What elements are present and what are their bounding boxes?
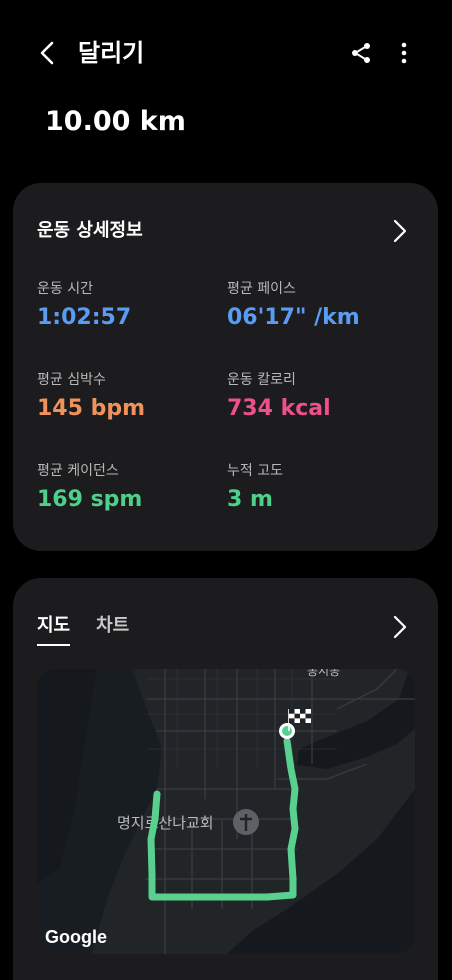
google-attribution: Google	[45, 927, 107, 947]
stat-label: 운동 칼로리	[227, 372, 296, 388]
back-button[interactable]	[32, 36, 62, 70]
stat-average-pace: 평균 페이스 06'17" /km	[227, 280, 360, 333]
details-open-button[interactable]	[388, 217, 412, 245]
more-options-button[interactable]	[392, 38, 416, 68]
page-title: 달리기	[78, 39, 145, 67]
total-distance: 10.00 km	[45, 106, 186, 137]
start-marker-icon	[279, 723, 295, 739]
road-label: 동시동	[307, 669, 340, 678]
stat-label: 평균 케이던스	[37, 463, 119, 479]
stat-workout-time: 운동 시간 1:02:57	[37, 280, 131, 333]
stat-average-heart-rate: 평균 심박수 145 bpm	[37, 371, 145, 424]
stat-value: 145 bpm	[37, 396, 146, 421]
place-label: 명지로산나교회	[117, 814, 214, 832]
route-map[interactable]: 동시동 명지로산나교회 Google	[37, 669, 415, 954]
stat-label: 평균 페이스	[227, 281, 296, 297]
map-open-button[interactable]	[388, 613, 412, 641]
tab-chart[interactable]: 차트	[96, 614, 129, 646]
chevron-right-icon	[393, 219, 407, 243]
stat-value: 06'17" /km	[227, 305, 360, 330]
share-icon	[352, 43, 370, 63]
tab-map[interactable]: 지도	[37, 614, 71, 646]
workout-details-card[interactable]: 운동 상세정보 운동 시간 1:02:57 평균 페이스 06'17" /km …	[13, 183, 438, 551]
church-marker-icon	[233, 809, 259, 835]
back-arrow-icon	[40, 41, 54, 65]
details-card-title: 운동 상세정보	[37, 220, 143, 241]
stat-value: 169 spm	[37, 487, 143, 512]
stat-elevation-gain: 누적 고도 3 m	[227, 462, 283, 515]
stat-value: 1:02:57	[37, 305, 132, 330]
map-canvas: 동시동 명지로산나교회	[37, 669, 415, 954]
map-chart-tabs: 지도 차트	[37, 614, 129, 646]
stat-calories: 운동 칼로리 734 kcal	[227, 371, 331, 424]
more-vertical-icon	[401, 42, 407, 64]
stat-average-cadence: 평균 케이던스 169 spm	[37, 462, 142, 515]
chevron-right-icon	[393, 615, 407, 639]
stat-label: 누적 고도	[227, 463, 283, 479]
stat-label: 평균 심박수	[37, 372, 106, 388]
stat-label: 운동 시간	[37, 281, 93, 297]
share-button[interactable]	[346, 38, 376, 68]
app-bar: 달리기	[0, 0, 452, 106]
stat-value: 3 m	[227, 487, 273, 512]
map-card: 지도 차트 동시동 명지로산나교회 Google	[13, 578, 438, 980]
stat-value: 734 kcal	[227, 396, 331, 421]
